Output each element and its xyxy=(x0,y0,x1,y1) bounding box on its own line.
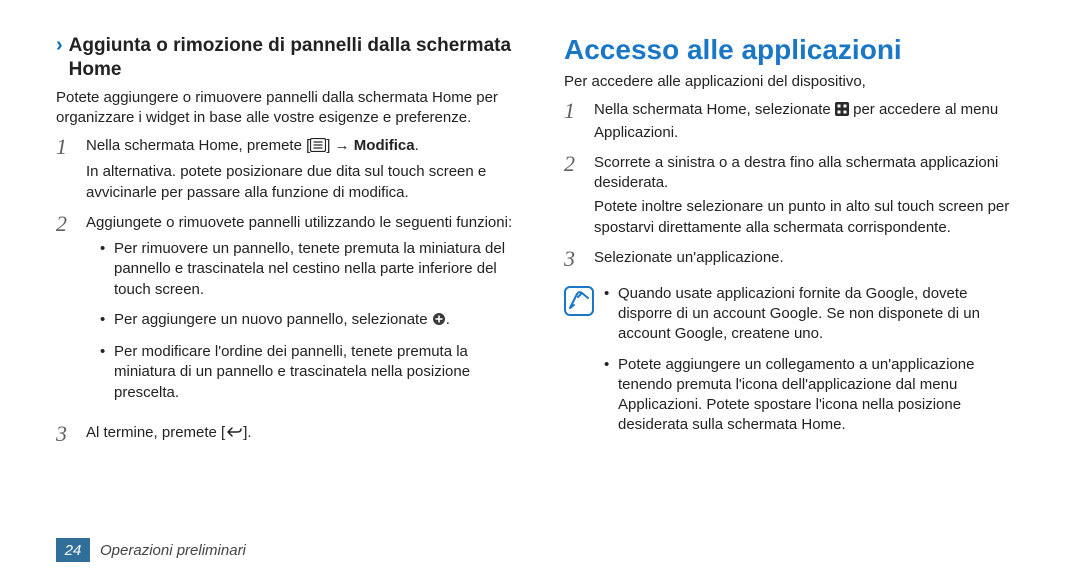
bullet2-b: . xyxy=(446,311,450,328)
plus-circle-icon xyxy=(432,312,446,332)
step-number: 3 xyxy=(56,423,74,445)
footer-section-label: Operazioni preliminari xyxy=(100,542,246,559)
step-body: Nella schermata Home, selezionate per ac… xyxy=(594,100,1024,143)
left-intro-paragraph: Potete aggiungere o rimuovere pannelli d… xyxy=(56,88,516,129)
note-icon-wrap xyxy=(564,284,594,446)
bullet-item: Per rimuovere un pannello, tenete premut… xyxy=(100,239,516,300)
left-step-1: 1 Nella schermata Home, premete [ ] → Mod… xyxy=(56,136,516,203)
menu-icon xyxy=(310,138,326,158)
note-info-icon xyxy=(564,303,594,320)
step-number: 3 xyxy=(564,248,582,270)
left-column: › Aggiunta o rimozione di pannelli dalla… xyxy=(56,34,516,538)
step-body: Aggiungete o rimuovete pannelli utilizza… xyxy=(86,213,516,413)
left-bullets: Per rimuovere un pannello, tenete premut… xyxy=(86,239,516,403)
step-body: Al termine, premete []. xyxy=(86,423,516,445)
step2-text: Aggiungete o rimuovete pannelli utilizza… xyxy=(86,214,512,231)
right-steps-list: 1 Nella schermata Home, selezionate per … xyxy=(564,100,1024,280)
left-sub-heading: › Aggiunta o rimozione di pannelli dalla… xyxy=(56,34,516,82)
note-block: Quando usate applicazioni fornite da Goo… xyxy=(564,284,1024,446)
step1-modifica: Modifica xyxy=(354,137,415,154)
step-number: 2 xyxy=(56,213,74,413)
document-page: › Aggiunta o rimozione di pannelli dalla… xyxy=(0,0,1080,586)
step-number: 1 xyxy=(56,136,74,203)
left-steps-list: 1 Nella schermata Home, premete [ ] → Mod… xyxy=(56,136,516,455)
page-footer: 24 Operazioni preliminari xyxy=(56,538,1024,562)
right-step-1: 1 Nella schermata Home, selezionate per … xyxy=(564,100,1024,143)
right-main-heading: Accesso alle applicazioni xyxy=(564,34,1024,66)
note-bullets: Quando usate applicazioni fornite da Goo… xyxy=(604,284,1024,446)
step-body: Selezionate un'applicazione. xyxy=(594,248,1024,270)
bullet-item: Per modificare l'ordine dei pannelli, te… xyxy=(100,342,516,403)
step3-b: ]. xyxy=(243,424,251,441)
right-step-2: 2 Scorrete a sinistra o a destra fino al… xyxy=(564,153,1024,238)
step1-text-a: Nella schermata Home, premete [ xyxy=(86,137,310,154)
step1-text-d: . xyxy=(415,137,419,154)
r-step1-a: Nella schermata Home, selezionate xyxy=(594,101,835,118)
step-number: 1 xyxy=(564,100,582,143)
step1-text-b: ] → xyxy=(326,137,354,154)
note-item: Potete aggiungere un collegamento a un'a… xyxy=(604,355,1024,436)
bullet2-a: Per aggiungere un nuovo pannello, selezi… xyxy=(114,311,432,328)
chevron-right-icon: › xyxy=(56,34,63,56)
bullet-item: Per aggiungere un nuovo pannello, selezi… xyxy=(100,310,516,332)
left-step-2: 2 Aggiungete o rimuovete pannelli utiliz… xyxy=(56,213,516,413)
step-body: Scorrete a sinistra o a destra fino alla… xyxy=(594,153,1024,238)
left-step-3: 3 Al termine, premete []. xyxy=(56,423,516,445)
apps-grid-icon xyxy=(835,102,849,122)
r-step2: Scorrete a sinistra o a destra fino alla… xyxy=(594,154,998,191)
back-icon xyxy=(225,425,243,445)
r-step2-extra: Potete inoltre selezionare un punto in a… xyxy=(594,197,1024,238)
two-column-layout: › Aggiunta o rimozione di pannelli dalla… xyxy=(56,34,1024,538)
step-body: Nella schermata Home, premete [ ] → Modif… xyxy=(86,136,516,203)
step3-a: Al termine, premete [ xyxy=(86,424,225,441)
step1-extra: In alternativa. potete posizionare due d… xyxy=(86,162,516,203)
page-number: 24 xyxy=(56,538,90,562)
right-column: Accesso alle applicazioni Per accedere a… xyxy=(564,34,1024,538)
left-heading-text: Aggiunta o rimozione di pannelli dalla s… xyxy=(69,34,516,82)
right-step-3: 3 Selezionate un'applicazione. xyxy=(564,248,1024,270)
note-item: Quando usate applicazioni fornite da Goo… xyxy=(604,284,1024,345)
right-intro-paragraph: Per accedere alle applicazioni del dispo… xyxy=(564,72,1024,92)
step-number: 2 xyxy=(564,153,582,238)
